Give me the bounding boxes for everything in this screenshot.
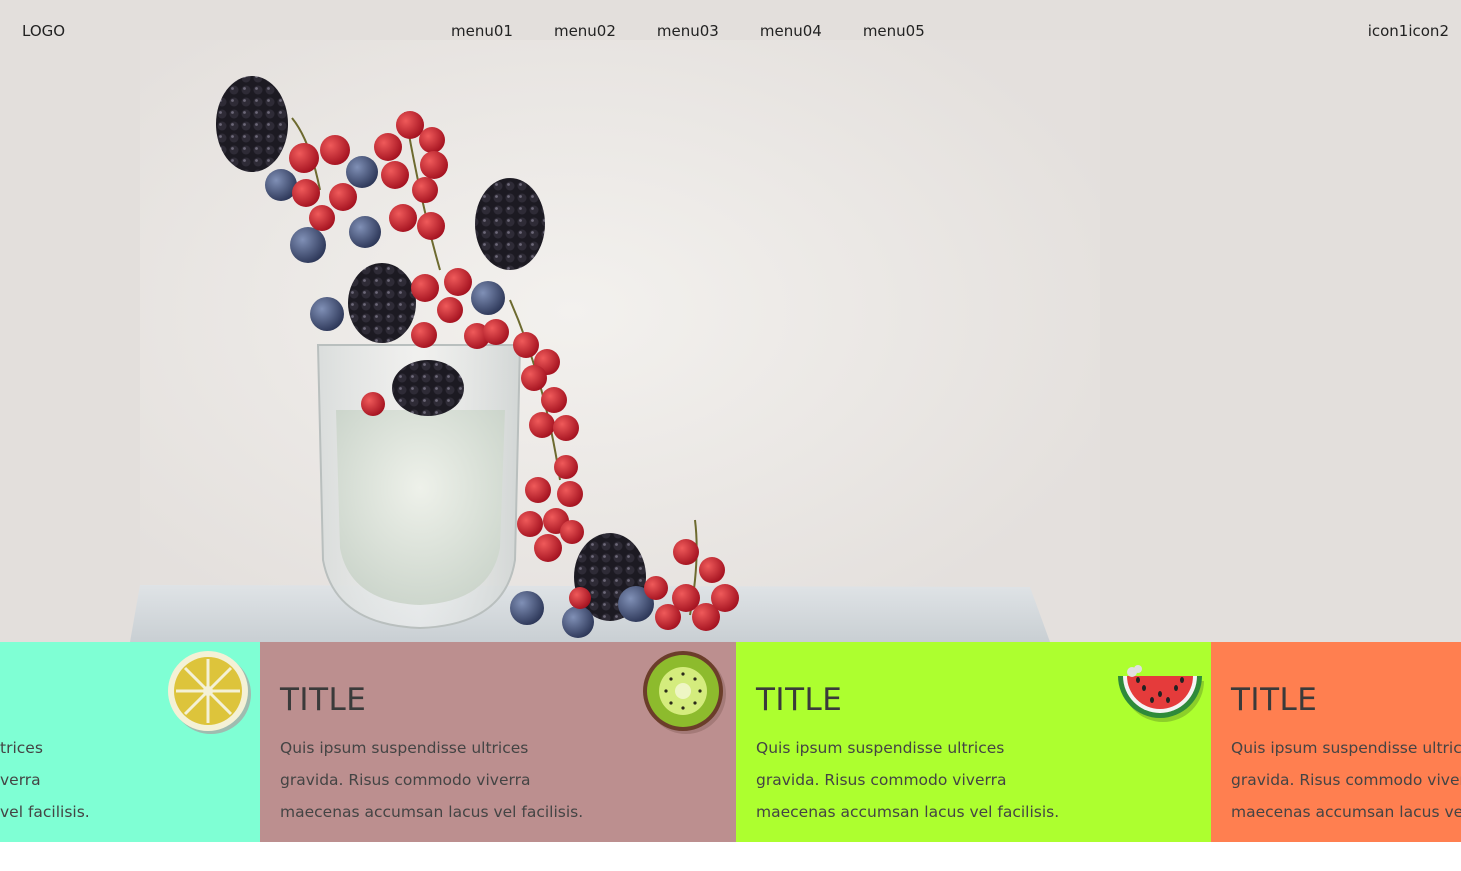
site-header: LOGO menu01 menu02 menu03 menu04 menu05 … (0, 0, 1461, 64)
card-body: Quis ipsum suspendisse ultrices gravida.… (1231, 732, 1461, 828)
nav-item-menu03[interactable]: menu03 (657, 22, 719, 40)
card-line: trices (0, 739, 43, 757)
card-line: maecenas accumsan lacus vel facilisis. (280, 803, 584, 821)
card-line: maecenas accumsan lacus vel fa (1231, 803, 1461, 821)
main-nav: menu01 menu02 menu03 menu04 menu05 (451, 22, 966, 40)
nav-item-menu04[interactable]: menu04 (760, 22, 822, 40)
nav-item-menu02[interactable]: menu02 (554, 22, 616, 40)
card-orange: TITLE Quis ipsum suspendisse ultrices gr… (1211, 642, 1461, 842)
card-lemon: trices verra vel facilisis. (0, 642, 260, 842)
hero-section (0, 0, 1461, 642)
card-watermelon: TITLE Quis ipsum suspendisse ultrices gr… (736, 642, 1211, 842)
card-line: vel facilisis. (0, 803, 90, 821)
icon2-link[interactable]: icon2 (1408, 22, 1449, 40)
card-body: Quis ipsum suspendisse ultrices gravida.… (280, 732, 600, 828)
card-line: Quis ipsum suspendisse ultrices (756, 739, 1005, 757)
lemon-icon (168, 651, 251, 734)
kiwi-icon (643, 651, 726, 734)
hero-image (0, 0, 1461, 642)
logo[interactable]: LOGO (22, 22, 65, 40)
watermelon-icon (1118, 665, 1204, 722)
card-title: TITLE (280, 682, 367, 718)
card-line: maecenas accumsan lacus vel facilisis. (756, 803, 1060, 821)
card-title: TITLE (1231, 682, 1318, 718)
card-line: verra (0, 771, 41, 789)
icon1-link[interactable]: icon1 (1368, 22, 1409, 40)
header-icons: icon1 icon2 (1368, 22, 1449, 40)
nav-item-menu01[interactable]: menu01 (451, 22, 513, 40)
card-kiwi: TITLE Quis ipsum suspendisse ultrices gr… (260, 642, 736, 842)
card-line: gravida. Risus commodo viverra (1231, 771, 1461, 789)
card-line: Quis ipsum suspendisse ultrices (280, 739, 529, 757)
card-row: trices verra vel facilisis. TITLE Quis i… (0, 642, 1461, 842)
card-body: Quis ipsum suspendisse ultrices gravida.… (756, 732, 1076, 828)
card-body: trices verra vel facilisis. (0, 732, 260, 828)
nav-item-menu05[interactable]: menu05 (863, 22, 925, 40)
card-line: Quis ipsum suspendisse ultrices (1231, 739, 1461, 757)
card-line: gravida. Risus commodo viverra (280, 771, 531, 789)
card-line: gravida. Risus commodo viverra (756, 771, 1007, 789)
card-title: TITLE (756, 682, 843, 718)
